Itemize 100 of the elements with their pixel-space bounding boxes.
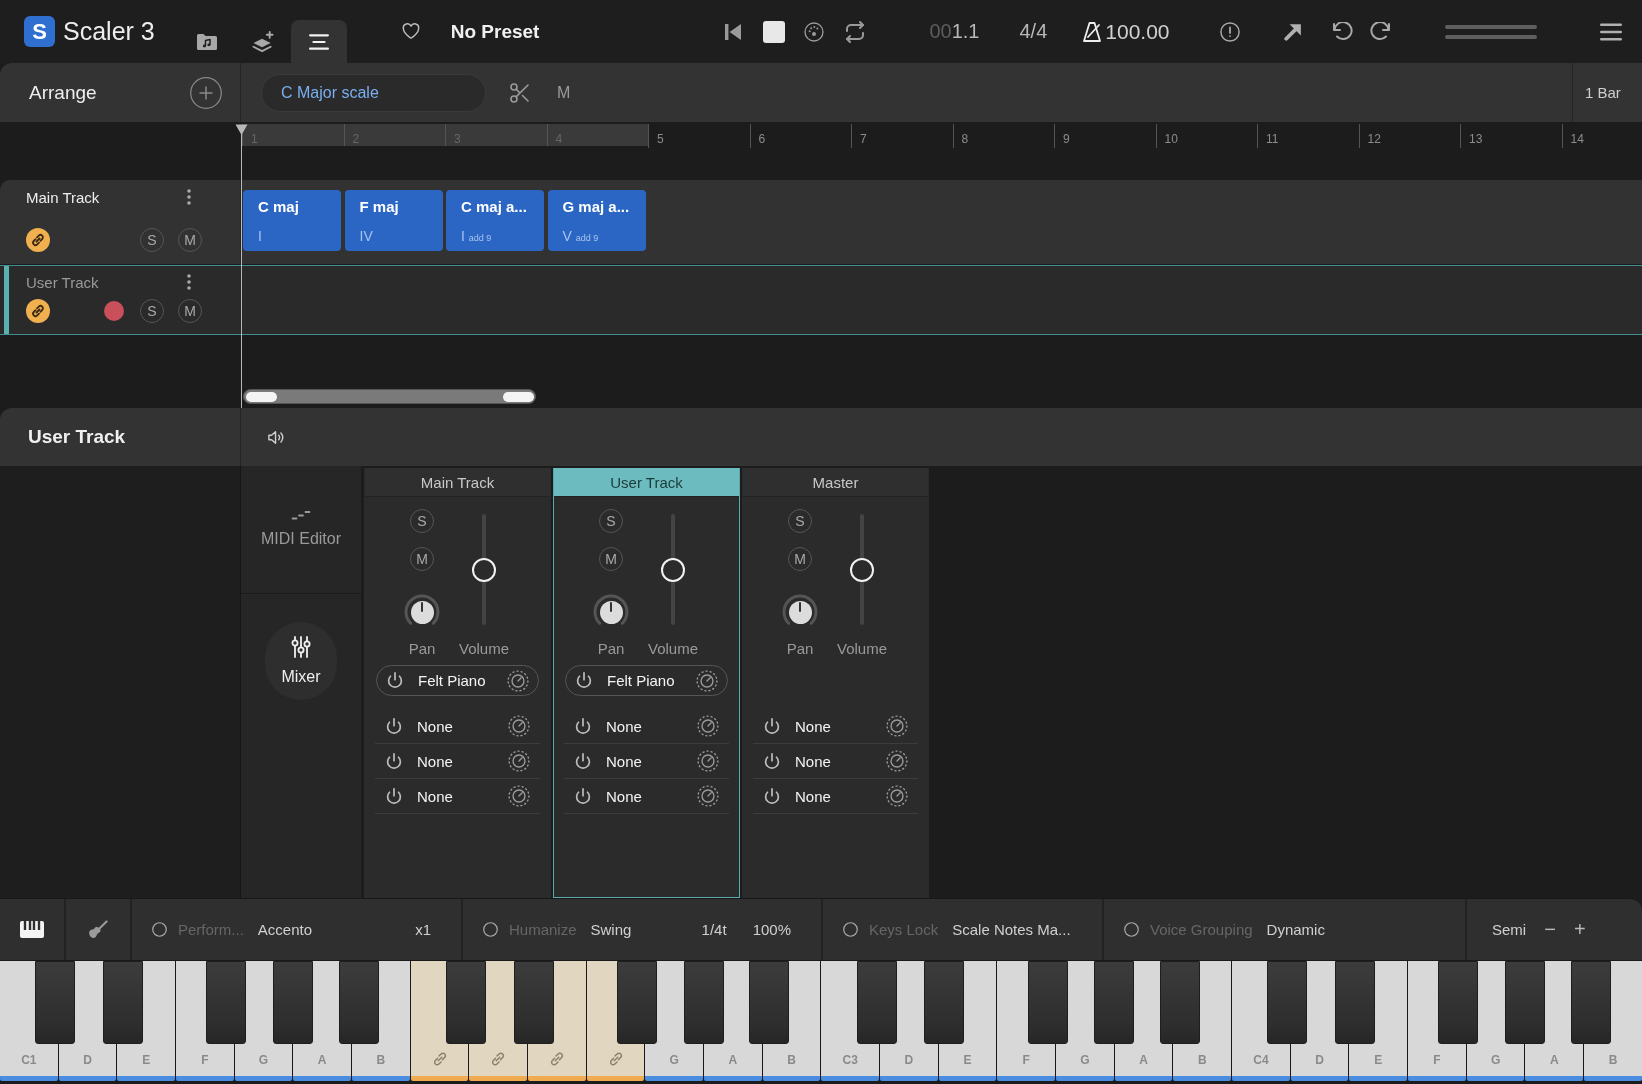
track-row[interactable]: Main Track S M C maj I F maj IV C maj a... I add 9 G maj a... V add 9 (0, 180, 1642, 264)
view-tab[interactable]: Mixer (265, 622, 337, 700)
plus-icon[interactable] (190, 76, 222, 109)
effect-slot[interactable]: None (753, 779, 918, 814)
power-icon[interactable] (386, 787, 402, 805)
slider-thumb[interactable] (850, 557, 874, 582)
metronome-icon[interactable] (1083, 21, 1102, 42)
more-icon[interactable] (187, 274, 191, 290)
effect-slot[interactable]: None (375, 779, 540, 814)
view-tab[interactable] (290, 20, 347, 63)
power-icon[interactable] (575, 752, 591, 770)
chord-block[interactable]: F maj IV (344, 190, 443, 251)
scroll-handle[interactable] (245, 391, 277, 402)
dial-icon[interactable] (697, 715, 719, 737)
track-row[interactable]: User Track S M (0, 265, 1642, 335)
dial-icon[interactable] (508, 715, 530, 737)
effect-slot[interactable]: None (375, 744, 540, 779)
power-icon[interactable] (764, 752, 780, 770)
power-icon[interactable] (575, 787, 591, 805)
more-icon[interactable] (187, 189, 191, 205)
chord-block[interactable]: C maj a... I add 9 (446, 190, 544, 251)
sharp-key[interactable] (1267, 961, 1308, 1044)
chord-block[interactable]: G maj a... V add 9 (547, 190, 646, 251)
slider-thumb[interactable] (472, 557, 496, 582)
sharp-key[interactable] (1160, 961, 1201, 1044)
strip-header[interactable]: User Track (554, 468, 739, 497)
scroll-handle[interactable] (502, 391, 534, 402)
sharp-key[interactable] (1027, 961, 1068, 1044)
dial-icon[interactable] (508, 750, 530, 772)
scale-chip[interactable]: C Major scale (261, 73, 486, 112)
increase-button[interactable]: + (1573, 918, 1586, 941)
option-value[interactable]: Dynamic (1266, 921, 1325, 938)
repeat-icon[interactable] (844, 20, 867, 43)
stop-icon[interactable] (763, 20, 786, 43)
time-signature[interactable]: 4/4 (1019, 20, 1048, 43)
sharp-key[interactable] (35, 961, 76, 1044)
arrow-icon[interactable] (1283, 22, 1302, 41)
sharp-key[interactable] (1570, 961, 1611, 1044)
knob-cap[interactable] (599, 600, 623, 624)
grid-size-selector[interactable]: 1 Bar (1572, 63, 1642, 122)
speaker-icon[interactable] (268, 429, 284, 445)
sharp-key[interactable] (856, 961, 897, 1044)
strip-header[interactable]: Main Track (365, 468, 550, 497)
effect-slot[interactable]: None (375, 709, 540, 744)
effect-slot[interactable]: None (753, 709, 918, 744)
dial-icon[interactable] (508, 785, 530, 807)
sharp-key[interactable] (206, 961, 247, 1044)
option-value[interactable]: Swing (590, 921, 632, 938)
sharp-key[interactable] (1094, 961, 1135, 1044)
heart-icon[interactable] (401, 23, 420, 40)
menu-icon[interactable] (1599, 22, 1622, 41)
power-icon[interactable] (764, 787, 780, 805)
power-icon[interactable] (386, 752, 402, 770)
decrease-button[interactable]: − (1544, 918, 1556, 941)
option-setting[interactable]: x1 (415, 921, 431, 938)
record-icon[interactable] (104, 301, 124, 321)
sharp-key[interactable] (749, 961, 790, 1044)
effect-slot[interactable]: None (564, 779, 729, 814)
sharp-key[interactable] (1505, 961, 1546, 1044)
sharp-key[interactable] (272, 961, 313, 1044)
effect-slot[interactable]: None (564, 744, 729, 779)
knob-cap[interactable] (410, 600, 434, 624)
dial-icon[interactable] (886, 750, 908, 772)
sharp-key[interactable] (616, 961, 657, 1044)
dial-icon[interactable] (804, 21, 825, 42)
sharp-key[interactable] (338, 961, 379, 1044)
toggle-icon[interactable] (152, 922, 167, 937)
tempo-value[interactable]: 100.00 (1105, 19, 1170, 44)
sharp-key[interactable] (102, 961, 143, 1044)
sharp-key[interactable] (445, 961, 486, 1044)
power-icon[interactable] (764, 717, 780, 735)
power-icon[interactable] (386, 717, 402, 735)
option-setting[interactable]: 1/4t (701, 921, 727, 938)
alert-icon[interactable] (1219, 21, 1240, 42)
option-value[interactable]: Accento (257, 921, 313, 938)
power-icon[interactable] (387, 672, 403, 689)
undo-icon[interactable] (1332, 21, 1353, 42)
redo-icon[interactable] (1369, 21, 1390, 42)
mode-button[interactable]: M (557, 83, 571, 102)
sharp-key[interactable] (683, 961, 724, 1044)
dial-icon[interactable] (697, 785, 719, 807)
power-icon[interactable] (576, 672, 592, 689)
toggle-icon[interactable] (483, 922, 498, 937)
link-icon[interactable] (26, 228, 50, 252)
dial-icon[interactable] (697, 750, 719, 772)
sharp-key[interactable] (924, 961, 965, 1044)
knob-cap[interactable] (788, 600, 812, 624)
option-value[interactable]: Scale Notes Ma... (952, 921, 1071, 938)
dial-icon[interactable] (886, 785, 908, 807)
sharp-key[interactable] (513, 961, 554, 1044)
skip-back-icon[interactable] (725, 23, 742, 40)
dial-icon[interactable] (886, 715, 908, 737)
toggle-icon[interactable] (1124, 922, 1139, 937)
view-tab[interactable]: MIDI Editor (245, 496, 357, 562)
effect-slot[interactable]: None (564, 709, 729, 744)
slider-thumb[interactable] (661, 557, 685, 582)
playhead[interactable] (235, 124, 248, 408)
option-setting[interactable]: 100% (752, 921, 791, 938)
preset-name[interactable]: No Preset (450, 20, 540, 43)
strip-header[interactable]: Master (743, 468, 928, 497)
